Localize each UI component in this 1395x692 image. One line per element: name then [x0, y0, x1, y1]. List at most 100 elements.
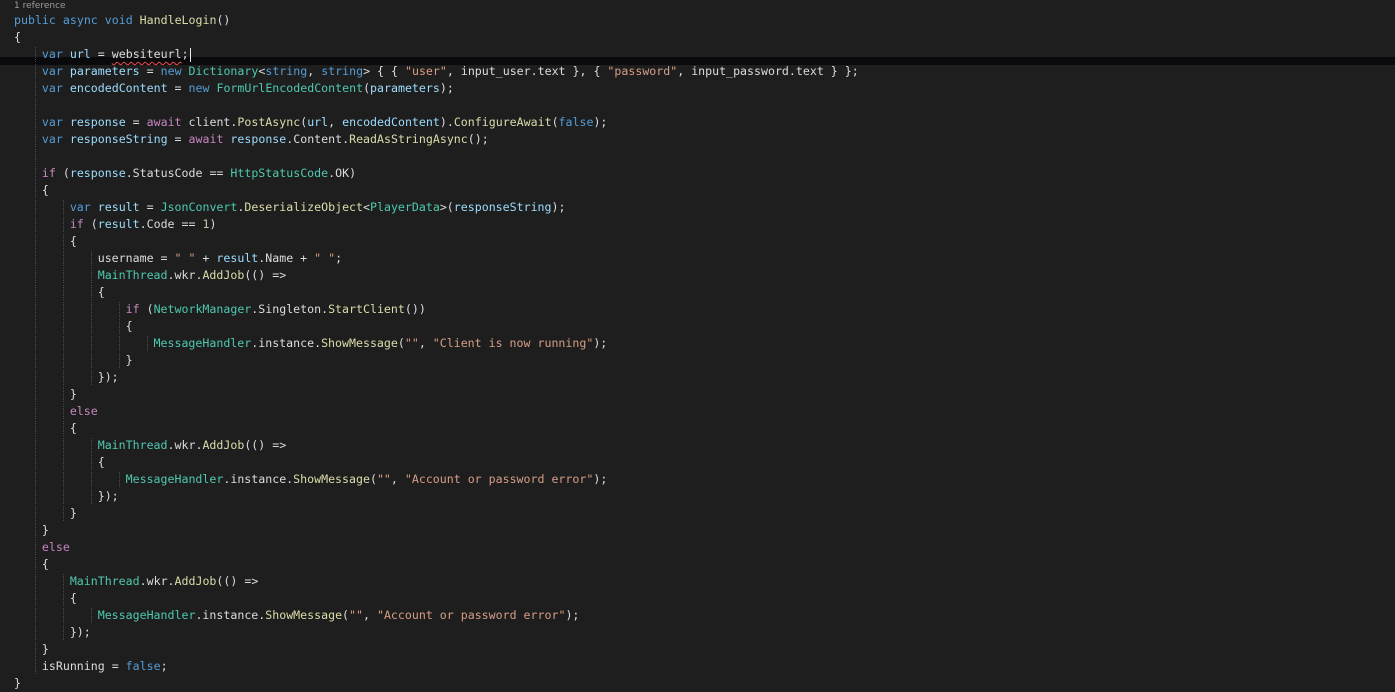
code-line[interactable]: { [0, 233, 1395, 250]
code-token: string [265, 64, 308, 78]
code-token: { [97, 285, 105, 299]
code-token: parameters [69, 64, 140, 78]
code-token: response [69, 115, 126, 129]
code-line[interactable]: else [0, 403, 1395, 420]
indent-guide [14, 505, 42, 522]
code-token: } [69, 387, 77, 401]
code-line[interactable]: } [0, 522, 1395, 539]
code-token: ( [55, 166, 70, 180]
code-line[interactable]: var responseString = await response.Cont… [0, 131, 1395, 148]
code-token: ( [139, 302, 154, 316]
code-token: MessageHandler [153, 336, 252, 350]
code-token: "" [349, 608, 363, 622]
code-token: await [146, 115, 182, 129]
indent-guide [14, 420, 42, 437]
code-token: ); [593, 472, 608, 486]
code-token: "password" [607, 64, 678, 78]
code-line[interactable]: var encodedContent = new FormUrlEncodedC… [0, 80, 1395, 97]
code-line[interactable]: }); [0, 624, 1395, 641]
code-line[interactable]: { [0, 590, 1395, 607]
code-line[interactable]: public async void HandleLogin() [0, 12, 1395, 29]
code-token: ReadAsStringAsync [349, 132, 468, 146]
code-line[interactable]: MainThread.wkr.AddJob(() => [0, 437, 1395, 454]
code-line[interactable]: var parameters = new Dictionary<string, … [0, 63, 1395, 80]
code-token: { [14, 30, 21, 44]
indent-guide [42, 369, 70, 386]
code-line[interactable]: MainThread.wkr.AddJob(() => [0, 267, 1395, 284]
code-token: var [41, 81, 63, 95]
code-line[interactable]: }); [0, 488, 1395, 505]
code-token: MainThread [97, 438, 168, 452]
indent-guide [42, 233, 70, 250]
indent-guide [14, 641, 42, 658]
code-line[interactable] [0, 97, 1395, 114]
indent-guide [70, 369, 98, 386]
indent-guide [42, 590, 70, 607]
codelens-references-link[interactable]: 1 reference [14, 0, 66, 12]
code-line[interactable]: { [0, 454, 1395, 471]
code-token: AddJob [202, 268, 245, 282]
code-token: }); [97, 370, 119, 384]
indent-guide [14, 624, 42, 641]
code-line[interactable]: } [0, 675, 1395, 692]
code-line[interactable]: { [0, 284, 1395, 301]
code-line[interactable]: MainThread.wkr.AddJob(() => [0, 573, 1395, 590]
code-line[interactable]: { [0, 182, 1395, 199]
code-token: ; [160, 659, 168, 673]
indent-guide [14, 63, 42, 80]
code-token: ( [369, 472, 377, 486]
code-line[interactable]: var response = await client.PostAsync (ur… [0, 114, 1395, 131]
code-line[interactable]: if (response.StatusCode == HttpStatusCod… [0, 165, 1395, 182]
code-line[interactable]: if (NetworkManager.Singleton.StartClient… [0, 301, 1395, 318]
code-token: ( [363, 81, 371, 95]
code-line[interactable]: } [0, 386, 1395, 403]
code-line[interactable]: username = " " + result.Name + " "; [0, 250, 1395, 267]
code-line[interactable]: }); [0, 369, 1395, 386]
code-editor[interactable]: 1 reference public async void HandleLogi… [0, 0, 1395, 692]
code-token: = [139, 64, 161, 78]
indent-guide [14, 335, 42, 352]
code-line[interactable]: } [0, 641, 1395, 658]
indent-guide [14, 97, 42, 114]
code-token: = [139, 200, 161, 214]
code-line[interactable]: { [0, 29, 1395, 46]
code-line[interactable]: { [0, 318, 1395, 335]
code-token: NetworkManager [153, 302, 252, 316]
code-line[interactable]: } [0, 505, 1395, 522]
indent-guide [14, 522, 42, 539]
code-line[interactable]: var result = JsonConvert.DeserializeObje… [0, 199, 1395, 216]
code-token: ConfigureAwait [453, 115, 552, 129]
code-line[interactable]: if (result.Code == 1) [0, 216, 1395, 233]
code-token: result [97, 217, 140, 231]
indent-guide [14, 131, 42, 148]
indent-guide [14, 607, 42, 624]
code-token: (() => [216, 574, 259, 588]
code-line[interactable]: { [0, 556, 1395, 573]
indent-guide [70, 437, 98, 454]
code-token: = [167, 81, 189, 95]
code-token: result [216, 251, 259, 265]
indent-guide [42, 301, 70, 318]
code-token: .wkr. [167, 438, 203, 452]
indent-guide [14, 471, 42, 488]
code-line[interactable]: isRunning = false; [0, 658, 1395, 675]
indent-guide [42, 607, 70, 624]
code-token: { [41, 183, 49, 197]
code-line[interactable]: { [0, 420, 1395, 437]
code-line[interactable]: var url = websiteurl; [0, 46, 1395, 63]
code-line[interactable]: } [0, 352, 1395, 369]
code-token: DeserializeObject [244, 200, 364, 214]
code-token: JsonConvert [160, 200, 238, 214]
indent-guide [70, 335, 98, 352]
code-line[interactable]: MessageHandler.instance.ShowMessage("", … [0, 335, 1395, 352]
code-line[interactable] [0, 148, 1395, 165]
indent-guide [14, 539, 42, 556]
code-line[interactable]: MessageHandler.instance.ShowMessage("", … [0, 471, 1395, 488]
code-line[interactable]: MessageHandler.instance.ShowMessage("", … [0, 607, 1395, 624]
code-token: , input_password.text } }; [677, 64, 859, 78]
code-token: >( [439, 200, 454, 214]
code-token: } [69, 506, 77, 520]
code-line[interactable]: else [0, 539, 1395, 556]
